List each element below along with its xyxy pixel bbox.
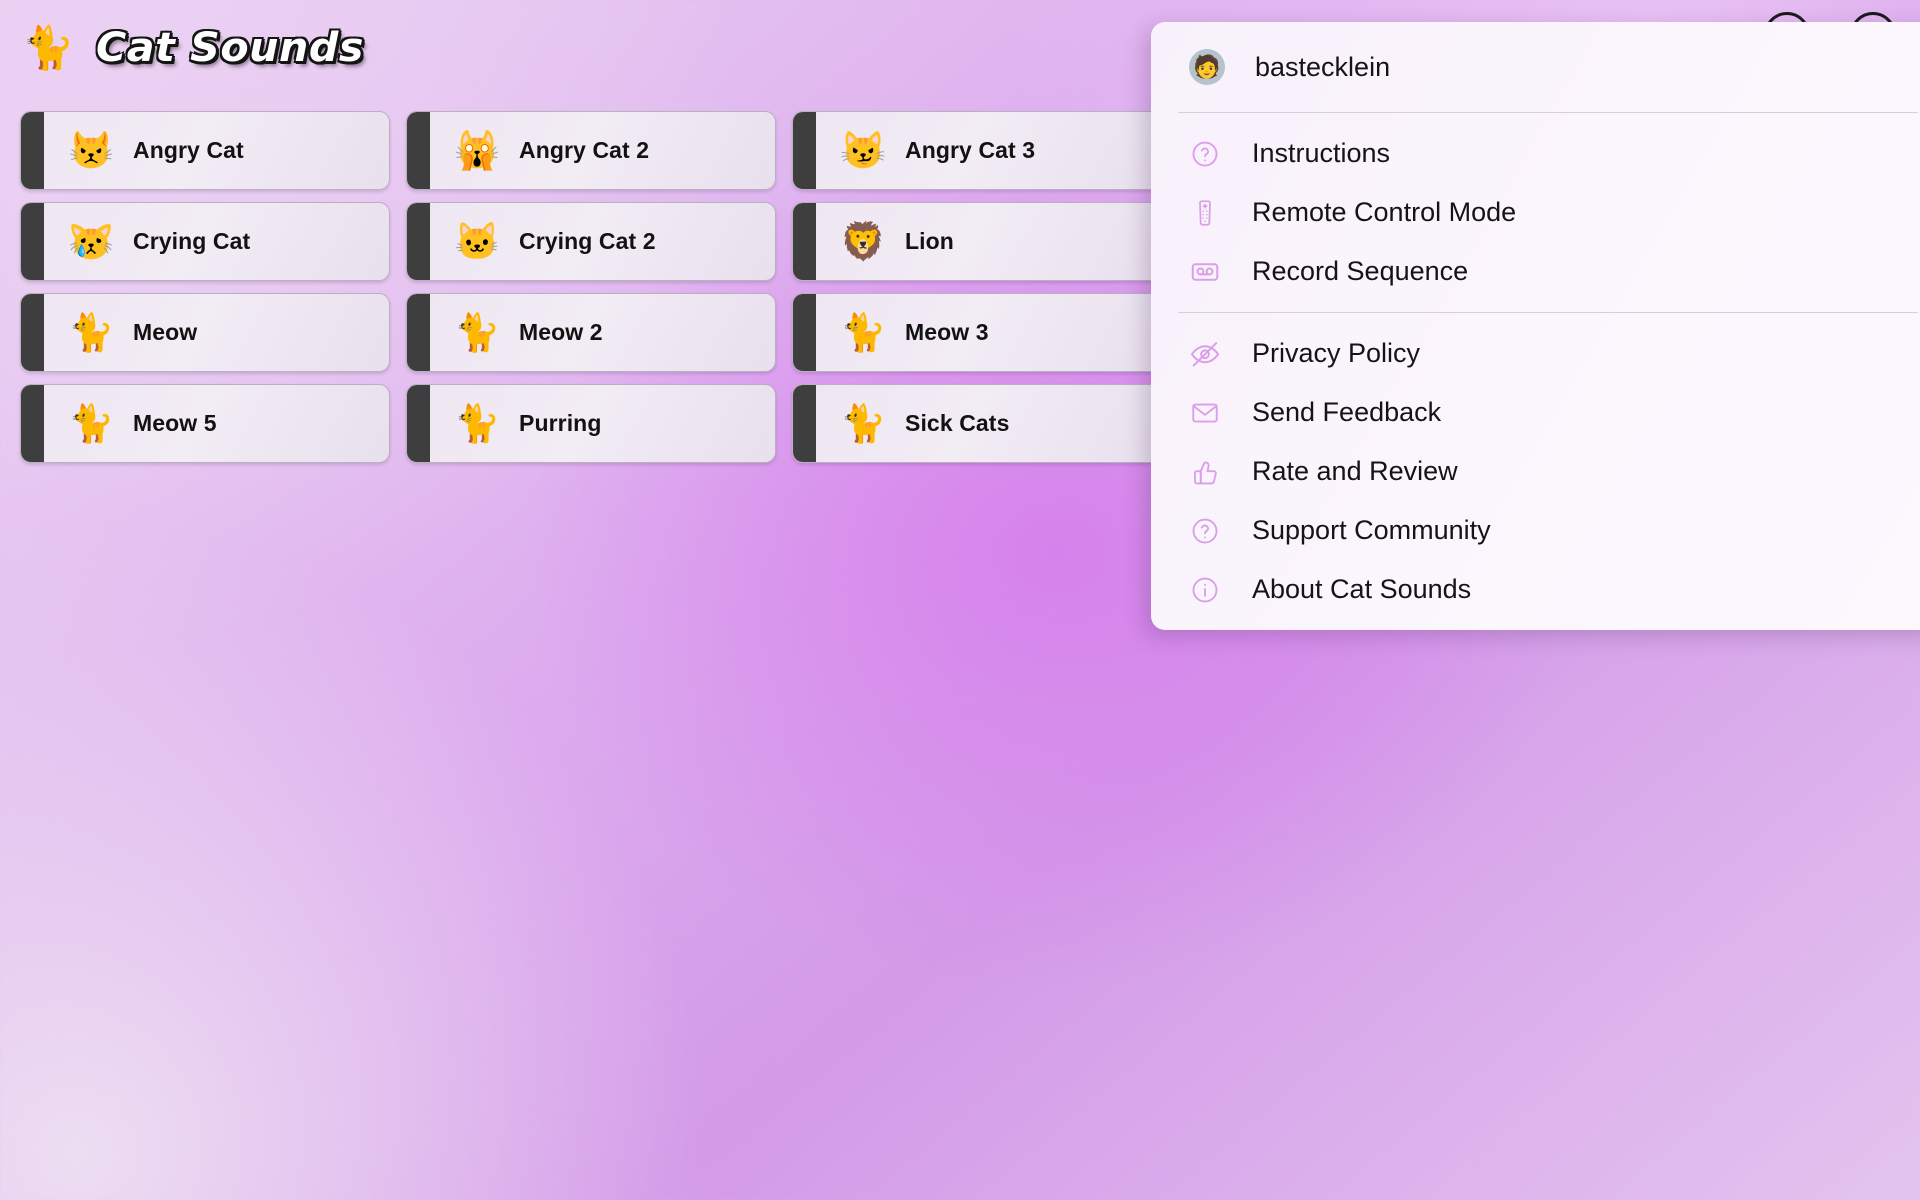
angry-cat-2-icon: 🙀	[454, 130, 501, 171]
menu-item-label: Support Community	[1252, 515, 1491, 545]
kitten-walking-icon: 🐈	[22, 24, 75, 71]
sound-button[interactable]: 🐈 Sick Cats	[792, 384, 1162, 463]
crying-cat-icon: 😿	[68, 221, 115, 262]
sound-button[interactable]: 🙀 Angry Cat 2	[406, 111, 776, 190]
question-circle-icon	[1188, 514, 1222, 548]
menu-item-rate-and-review[interactable]: Rate and Review	[1151, 442, 1920, 501]
sound-grid-cell: 🐈 Meow	[20, 287, 406, 378]
menu-group-primary: Instructions Remote Control Mode Record Se…	[1151, 113, 1920, 312]
sound-button[interactable]: 🐈 Meow	[20, 293, 390, 372]
help-circle-icon	[1188, 137, 1222, 171]
sick-cats-icon: 🐈	[840, 403, 887, 444]
menu-item-label: Instructions	[1252, 138, 1391, 168]
sound-button-label: Meow	[133, 319, 198, 345]
sound-grid-cell: 🦁 Lion	[792, 196, 1178, 287]
menu-item-label: Remote Control Mode	[1252, 197, 1517, 227]
sound-grid-cell: 😼 Angry Cat 3	[792, 105, 1178, 196]
angry-cat-icon: 😾	[68, 130, 115, 171]
sound-accent-bar	[21, 294, 44, 371]
sound-button[interactable]: 😼 Angry Cat 3	[792, 111, 1162, 190]
sound-accent-bar	[21, 112, 44, 189]
menu-item-label: Send Feedback	[1252, 397, 1442, 427]
eye-off-icon	[1188, 337, 1222, 371]
menu-item-about-cat-sounds[interactable]: About Cat Sounds	[1151, 560, 1920, 619]
crying-cat-2-icon: 🐱	[454, 221, 501, 262]
menu-item-instructions[interactable]: Instructions	[1151, 124, 1920, 183]
meow-3-icon: 🐈	[840, 312, 887, 353]
menu-item-label: About Cat Sounds	[1252, 574, 1472, 604]
sound-button-label: Meow 5	[133, 410, 217, 436]
lion-icon: 🦁	[840, 221, 887, 262]
sound-button[interactable]: 🐱 Crying Cat 2	[406, 202, 776, 281]
sound-grid-cell: 🐱 Crying Cat 2	[406, 196, 792, 287]
sound-accent-bar	[407, 294, 430, 371]
menu-item-support-community[interactable]: Support Community	[1151, 501, 1920, 560]
sound-button[interactable]: 😾 Angry Cat	[20, 111, 390, 190]
sound-button-label: Crying Cat	[133, 228, 251, 254]
sound-button[interactable]: 🐈 Purring	[406, 384, 776, 463]
menu-account-row[interactable]: 🧑 bastecklein	[1151, 22, 1920, 112]
menu-item-label: Record Sequence	[1252, 256, 1469, 286]
sound-button-label: Meow 2	[519, 319, 603, 345]
remote-control-icon	[1188, 196, 1222, 230]
sound-button[interactable]: 😿 Crying Cat	[20, 202, 390, 281]
menu-item-record-sequence[interactable]: Record Sequence	[1151, 242, 1920, 301]
sound-button-label: Crying Cat 2	[519, 228, 656, 254]
sound-button-label: Sick Cats	[905, 410, 1010, 436]
menu-item-label: Rate and Review	[1252, 456, 1458, 486]
sound-accent-bar	[793, 203, 816, 280]
sound-button[interactable]: 🐈 Meow 3	[792, 293, 1162, 372]
sound-grid-cell: 🐈 Meow 3	[792, 287, 1178, 378]
meow-2-icon: 🐈	[454, 312, 501, 353]
sound-accent-bar	[793, 385, 816, 462]
sound-grid-cell: 🐈 Meow 5	[20, 378, 406, 469]
sound-grid-cell: 😿 Crying Cat	[20, 196, 406, 287]
avatar: 🧑	[1189, 49, 1225, 85]
sound-accent-bar	[21, 385, 44, 462]
meow-5-icon: 🐈	[68, 403, 115, 444]
mail-envelope-icon	[1188, 396, 1222, 430]
menu-group-secondary: Privacy Policy Send Feedback Rate and Revi…	[1151, 313, 1920, 630]
sound-accent-bar	[407, 112, 430, 189]
sound-grid-cell: 😾 Angry Cat	[20, 105, 406, 196]
sound-button[interactable]: 🦁 Lion	[792, 202, 1162, 281]
sound-accent-bar	[21, 203, 44, 280]
menu-item-remote-control-mode[interactable]: Remote Control Mode	[1151, 183, 1920, 242]
sound-button-label: Angry Cat	[133, 137, 244, 163]
sound-button-label: Purring	[519, 410, 602, 436]
account-username: bastecklein	[1255, 51, 1391, 82]
page-title: Cat Sounds	[96, 25, 365, 71]
sound-button[interactable]: 🐈 Meow 5	[20, 384, 390, 463]
sound-grid-cell: 🐈 Sick Cats	[792, 378, 1178, 469]
thumbs-up-icon	[1188, 455, 1222, 489]
angry-cat-3-icon: 😼	[840, 130, 887, 171]
sound-grid-cell: 🐈 Meow 2	[406, 287, 792, 378]
sound-button-label: Lion	[905, 228, 954, 254]
avatar-emoji: 🧑	[1193, 54, 1221, 79]
cassette-record-icon	[1188, 255, 1222, 289]
sound-accent-bar	[793, 294, 816, 371]
sound-accent-bar	[407, 203, 430, 280]
meow-icon: 🐈	[68, 312, 115, 353]
menu-item-label: Privacy Policy	[1252, 338, 1421, 368]
menu-item-send-feedback[interactable]: Send Feedback	[1151, 383, 1920, 442]
sound-accent-bar	[793, 112, 816, 189]
sound-grid-cell: 🙀 Angry Cat 2	[406, 105, 792, 196]
sound-button[interactable]: 🐈 Meow 2	[406, 293, 776, 372]
purring-icon: 🐈	[454, 403, 501, 444]
info-circle-icon	[1188, 573, 1222, 607]
sound-button-label: Meow 3	[905, 319, 989, 345]
sound-grid-cell: 🐈 Purring	[406, 378, 792, 469]
menu-item-privacy-policy[interactable]: Privacy Policy	[1151, 324, 1920, 383]
overflow-menu: 🧑 bastecklein Instructions Remote Control…	[1151, 22, 1920, 630]
sound-button-label: Angry Cat 2	[519, 137, 650, 163]
sound-button-label: Angry Cat 3	[905, 137, 1036, 163]
sound-accent-bar	[407, 385, 430, 462]
